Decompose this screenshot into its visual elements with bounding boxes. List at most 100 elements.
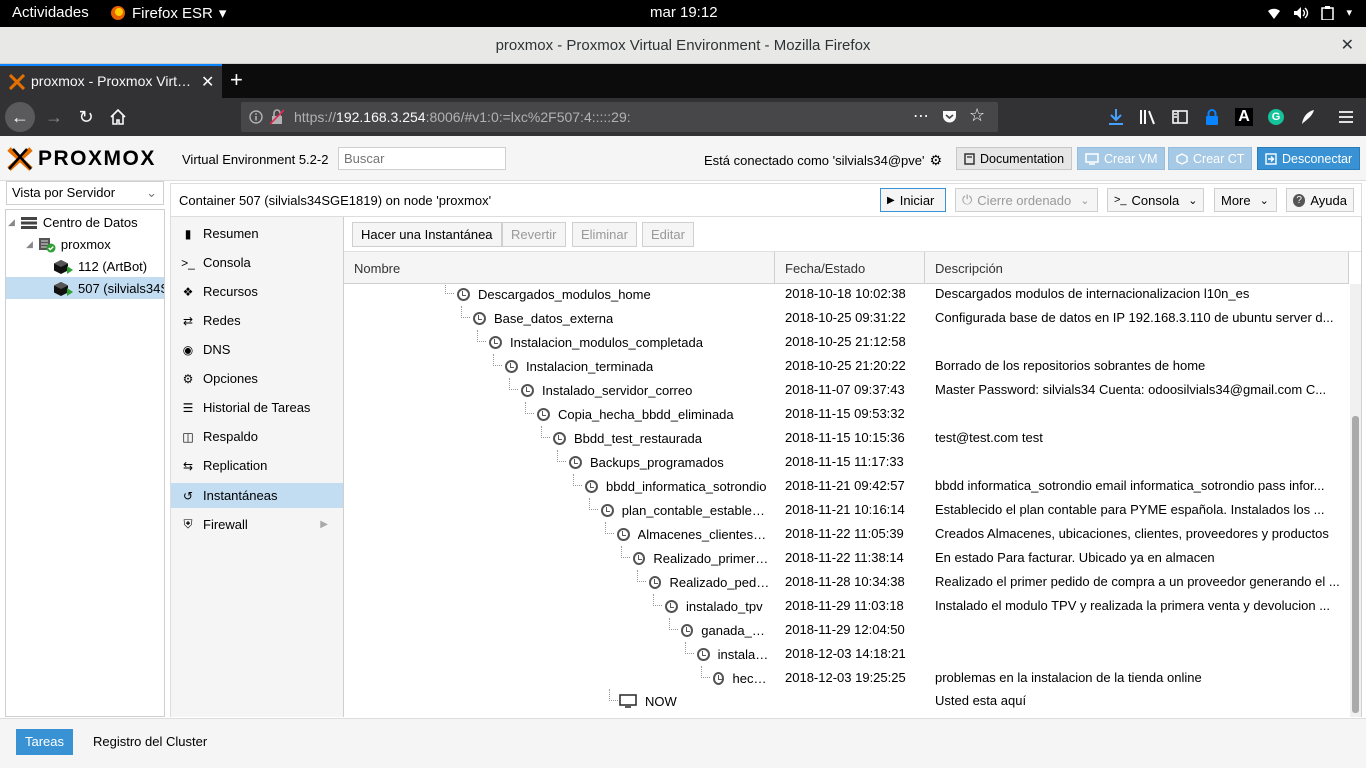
column-header-description[interactable]: Descripción: [925, 252, 1349, 284]
floppy-icon: ◫: [182, 429, 194, 444]
vertical-scrollbar[interactable]: [1350, 284, 1361, 717]
snapshot-row[interactable]: Realizado_primer_p... 2018-11-22 11:38:14…: [344, 546, 1349, 570]
tree-node-datacenter[interactable]: ◢ Centro de Datos: [6, 211, 164, 233]
snapshot-name-cell: Base_datos_externa: [473, 308, 771, 328]
reload-button[interactable]: ↻: [72, 98, 100, 136]
menu-item-firewall[interactable]: ⛨ Firewall ▶: [171, 512, 344, 537]
forward-button[interactable]: →: [40, 98, 68, 136]
menu-item-replication[interactable]: ⇆ Replication: [171, 453, 344, 478]
snapshot-row[interactable]: bbdd_informatica_sotrondio 2018-11-21 09:…: [344, 474, 1349, 498]
lock-extension-button[interactable]: [1200, 98, 1224, 136]
create-vm-button[interactable]: Crear VM: [1077, 147, 1166, 170]
home-icon: [110, 109, 126, 125]
console-button[interactable]: >_ Consola ⌄: [1107, 188, 1204, 212]
menu-item-task-history[interactable]: ☰ Historial de Tareas: [171, 395, 344, 420]
take-snapshot-button[interactable]: Hacer una Instantánea: [352, 222, 502, 247]
app-menu[interactable]: Firefox ESR ▾: [110, 4, 226, 22]
snapshot-row[interactable]: instalad... 2018-12-03 14:18:21: [344, 642, 1349, 666]
close-window-icon[interactable]: ✕: [1341, 35, 1354, 55]
tab-cluster-log[interactable]: Registro del Cluster: [93, 734, 207, 749]
snapshot-row-now[interactable]: NOW Usted esta aquí: [344, 689, 1349, 713]
search-input[interactable]: [338, 147, 506, 170]
download-icon: [1109, 109, 1123, 125]
snapshot-row[interactable]: plan_contable_establecido 2018-11-21 10:1…: [344, 498, 1349, 522]
menu-item-backup[interactable]: ◫ Respaldo: [171, 424, 344, 449]
snapshot-description: Descargados modulos de internacionalizac…: [935, 286, 1250, 301]
snapshot-row[interactable]: Base_datos_externa 2018-10-25 09:31:22 Con…: [344, 306, 1349, 330]
snapshot-row[interactable]: Realizado_pedid... 2018-11-28 10:34:38 Rea…: [344, 570, 1349, 594]
menu-item-console[interactable]: >_ Consola: [171, 250, 344, 275]
hamburger-menu-button[interactable]: [1334, 98, 1358, 136]
column-header-name[interactable]: Nombre: [344, 252, 775, 284]
rollback-button[interactable]: Revertir: [502, 222, 566, 247]
snapshot-row[interactable]: Instalado_servidor_correo 2018-11-07 09:3…: [344, 378, 1349, 402]
view-selector[interactable]: Vista por Servidor ⌄: [6, 181, 164, 205]
scrollbar-thumb[interactable]: [1352, 416, 1359, 713]
cube-icon: [1176, 152, 1188, 165]
edit-button[interactable]: Editar: [642, 222, 694, 247]
tree-connector: [589, 498, 598, 510]
gear-icon[interactable]: ⚙: [930, 152, 943, 169]
snapshot-history-icon: [505, 359, 518, 373]
logout-button[interactable]: Desconectar: [1257, 147, 1361, 170]
snapshot-row[interactable]: Backups_programados 2018-11-15 11:17:33: [344, 450, 1349, 474]
play-icon: ▶: [887, 194, 895, 206]
menu-item-resources[interactable]: ❖ Recursos: [171, 279, 344, 304]
remove-button[interactable]: Eliminar: [572, 222, 637, 247]
font-extension-button[interactable]: A: [1232, 98, 1256, 136]
shutdown-button[interactable]: ⏻ Cierre ordenado ⌄: [955, 188, 1098, 212]
tree-node-proxmox[interactable]: ◢ proxmox: [6, 233, 164, 255]
snapshot-row[interactable]: Almacenes_clientes_p... 2018-11-22 11:05:…: [344, 522, 1349, 546]
menu-item-summary[interactable]: ▮ Resumen: [171, 221, 344, 246]
system-tray[interactable]: ▾: [1267, 6, 1352, 20]
bookmark-star-icon[interactable]: ☆: [969, 105, 985, 126]
menu-item-network[interactable]: ⇄ Redes: [171, 308, 344, 333]
help-button[interactable]: ? Ayuda: [1286, 188, 1354, 212]
snapshot-row[interactable]: Instalacion_terminada 2018-10-25 21:20:22…: [344, 354, 1349, 378]
start-button[interactable]: ▶ Iniciar: [880, 188, 946, 212]
tab-tasks[interactable]: Tareas: [16, 729, 74, 755]
snapshot-row[interactable]: Copia_hecha_bbdd_eliminada 2018-11-15 09:…: [344, 402, 1349, 426]
snapshot-history-icon: [681, 623, 694, 637]
snapshot-history-icon: [569, 455, 582, 469]
pocket-icon[interactable]: [942, 110, 957, 124]
chevron-down-icon: ▾: [1346, 7, 1352, 19]
menu-label: Opciones: [203, 371, 258, 386]
content-title: Container 507 (silvials34SGE1819) on nod…: [179, 193, 492, 208]
snapshot-row[interactable]: Instalacion_modulos_completada 2018-10-25…: [344, 330, 1349, 354]
snapshot-row[interactable]: hecha... 2018-12-03 19:25:25 problemas en …: [344, 666, 1349, 690]
snapshot-description: problemas en la instalacion de la tienda…: [935, 670, 1202, 685]
tree-node-guest-selected[interactable]: 507 (silvials34SGE1819): [6, 277, 164, 299]
activities-button[interactable]: Actividades: [12, 4, 89, 21]
snapshot-row[interactable]: Descargados_modulos_home 2018-10-18 10:02…: [344, 284, 1349, 306]
feather-extension-button[interactable]: [1296, 98, 1320, 136]
documentation-button[interactable]: Documentation: [956, 147, 1073, 170]
column-header-date[interactable]: Fecha/Estado: [775, 252, 925, 284]
more-button[interactable]: More ⌄: [1214, 188, 1277, 212]
new-tab-button[interactable]: +: [230, 67, 243, 93]
clock[interactable]: mar 19:12: [650, 4, 718, 21]
snapshot-name-cell: Almacenes_clientes_p...: [617, 524, 771, 544]
page-actions-icon[interactable]: ⋯: [913, 106, 929, 126]
create-ct-button[interactable]: Crear CT: [1168, 147, 1253, 170]
menu-item-options[interactable]: ⚙ Opciones: [171, 366, 344, 391]
home-button[interactable]: [104, 98, 132, 136]
snapshot-row[interactable]: Bbdd_test_restaurada 2018-11-15 10:15:36 t…: [344, 426, 1349, 450]
menu-item-dns[interactable]: ◉ DNS: [171, 337, 344, 362]
window-title: proxmox - Proxmox Virtual Environment - …: [495, 37, 871, 54]
grammarly-button[interactable]: G: [1264, 98, 1288, 136]
sidebar-button[interactable]: [1168, 98, 1192, 136]
library-button[interactable]: [1136, 98, 1160, 136]
monitor-icon: [619, 694, 637, 708]
menu-item-snapshots[interactable]: ↺ Instantáneas: [171, 483, 344, 508]
remove-label: Eliminar: [581, 227, 628, 242]
snapshot-row[interactable]: instalado_tpv 2018-11-29 11:03:18 Instalad…: [344, 594, 1349, 618]
snapshot-row[interactable]: ganada_op... 2018-11-29 12:04:50: [344, 618, 1349, 642]
close-tab-icon[interactable]: ✕: [201, 72, 214, 92]
url-bar[interactable]: https://192.168.3.254:8006/#v1:0:=lxc%2F…: [241, 102, 998, 132]
back-button[interactable]: ←: [4, 98, 36, 136]
tree-connector: [509, 378, 518, 390]
downloads-button[interactable]: [1104, 98, 1128, 136]
tree-node-guest[interactable]: 112 (ArtBot): [6, 255, 164, 277]
browser-tab[interactable]: proxmox - Proxmox Virtual Environment ✕: [0, 64, 222, 98]
